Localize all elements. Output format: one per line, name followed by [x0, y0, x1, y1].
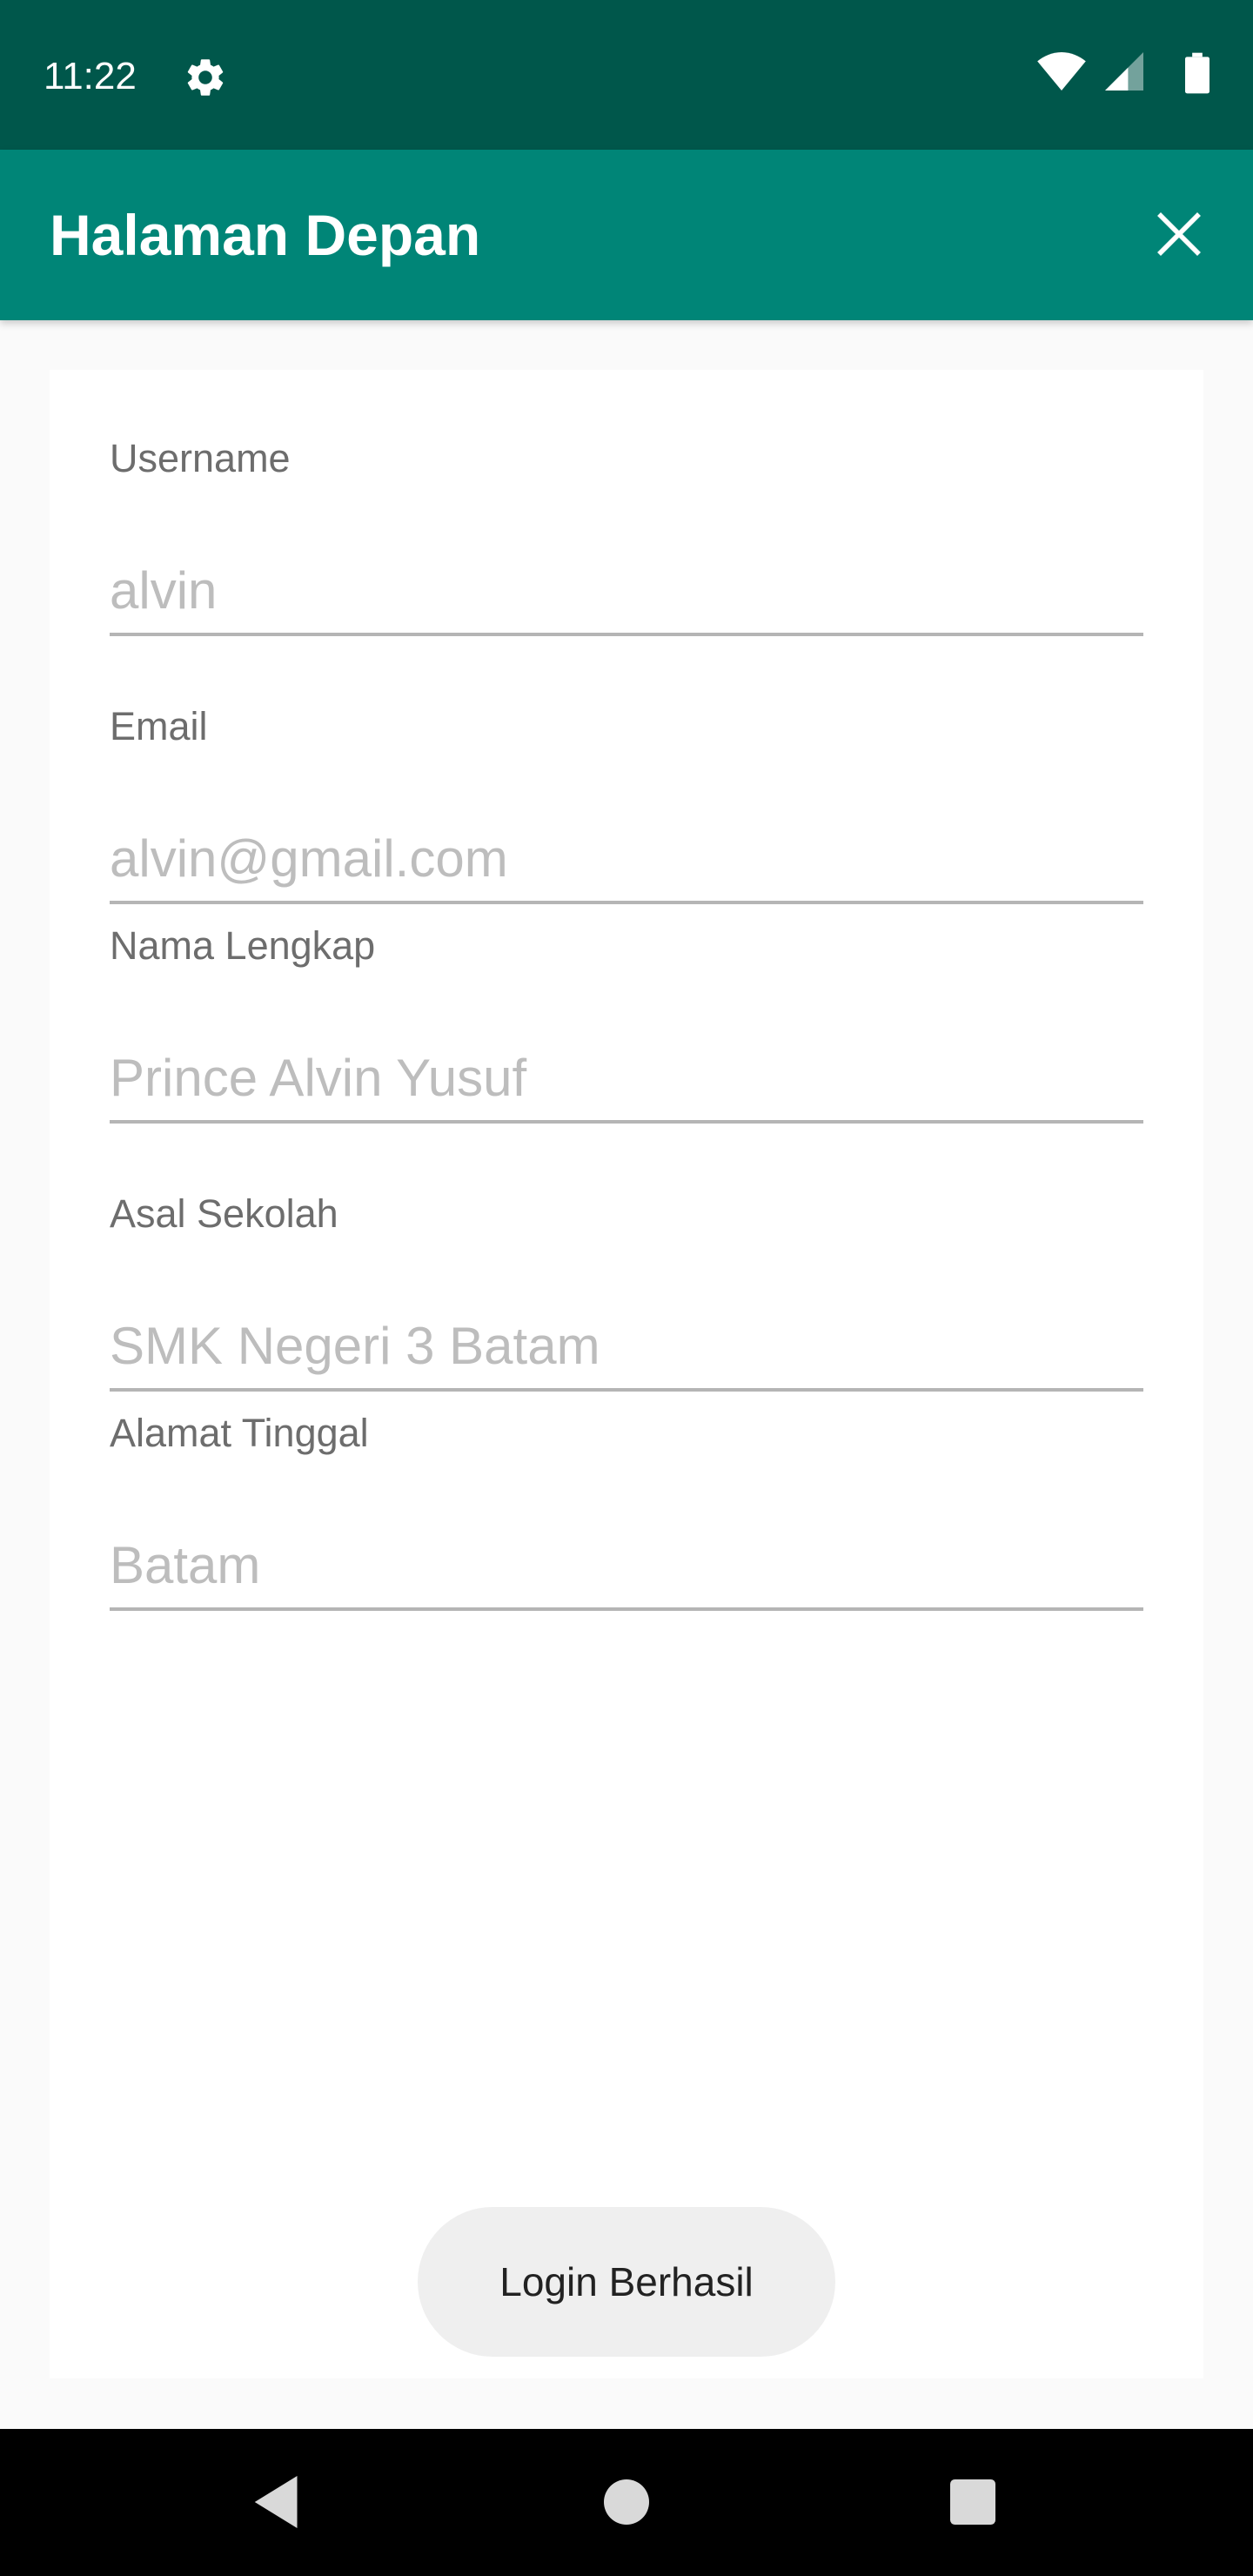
- asal-sekolah-label: Asal Sekolah: [110, 1191, 338, 1236]
- navigation-bar: [0, 2429, 1253, 2576]
- asal-sekolah-placeholder: SMK Negeri 3 Batam: [110, 1317, 600, 1375]
- username-placeholder: alvin: [110, 561, 218, 620]
- back-icon: [254, 2476, 298, 2528]
- app-bar: Halaman Depan: [0, 150, 1253, 320]
- email-label: Email: [110, 704, 208, 748]
- settings-icon: [183, 55, 228, 100]
- status-bar: 11:22: [0, 0, 1253, 150]
- close-icon: [1157, 212, 1201, 256]
- alamat-tinggal-field[interactable]: Batam: [110, 1503, 1143, 1611]
- status-time: 11:22: [44, 55, 137, 97]
- alamat-tinggal-label: Alamat Tinggal: [110, 1411, 369, 1455]
- page-title: Halaman Depan: [50, 203, 481, 267]
- battery-icon: [1185, 52, 1209, 94]
- signal-icon: [1105, 52, 1143, 91]
- recents-button[interactable]: [938, 2467, 1008, 2537]
- email-field[interactable]: alvin@gmail.com: [110, 796, 1143, 904]
- nama-lengkap-label: Nama Lengkap: [110, 923, 376, 968]
- recents-icon: [950, 2479, 995, 2525]
- close-button[interactable]: [1142, 197, 1216, 272]
- wifi-icon: [1037, 52, 1086, 91]
- username-label: Username: [110, 436, 291, 480]
- alamat-tinggal-placeholder: Batam: [110, 1536, 261, 1594]
- nama-lengkap-field[interactable]: Prince Alvin Yusuf: [110, 1016, 1143, 1124]
- email-placeholder: alvin@gmail.com: [110, 829, 508, 888]
- profile-card: Username alvin Email alvin@gmail.com Nam…: [50, 370, 1203, 2378]
- home-button[interactable]: [592, 2467, 661, 2537]
- username-field[interactable]: alvin: [110, 528, 1143, 636]
- nama-lengkap-placeholder: Prince Alvin Yusuf: [110, 1049, 527, 1107]
- back-button[interactable]: [243, 2467, 312, 2537]
- toast-message: Login Berhasil: [418, 2207, 835, 2357]
- asal-sekolah-field[interactable]: SMK Negeri 3 Batam: [110, 1284, 1143, 1392]
- home-icon: [604, 2479, 649, 2525]
